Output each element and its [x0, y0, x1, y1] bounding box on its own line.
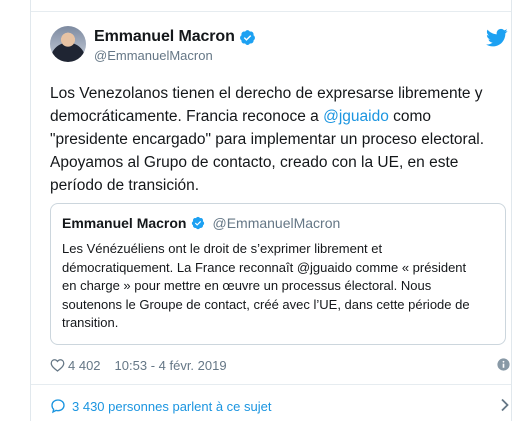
quoted-author-row: Emmanuel Macron @EmmanuelMacron	[62, 214, 494, 232]
info-icon[interactable]	[497, 358, 510, 371]
verified-badge-icon	[239, 29, 255, 45]
quoted-author-handle: @EmmanuelMacron	[212, 215, 341, 231]
quoted-author-name: Emmanuel Macron	[62, 215, 187, 231]
quoted-tweet[interactable]: Emmanuel Macron @EmmanuelMacron Les Véné…	[50, 203, 506, 345]
conversation-label[interactable]: 3 430 personnes parlent à ce sujet	[72, 399, 271, 414]
divider	[31, 384, 511, 385]
tweet-header: Emmanuel Macron @EmmanuelMacron	[50, 26, 510, 70]
heart-icon[interactable]	[50, 358, 65, 372]
chevron-right-icon[interactable]	[500, 398, 510, 412]
timestamp[interactable]: 10:53 - 4 févr. 2019	[115, 358, 227, 373]
tweet-card: Emmanuel Macron @EmmanuelMacron Los Vene…	[30, 0, 512, 421]
conversation-link[interactable]: 3 430 personnes parlent à ce sujet	[50, 396, 510, 416]
verified-badge-icon	[192, 216, 205, 230]
tweet-meta: 4 402 10:53 - 4 févr. 2019	[50, 356, 510, 374]
avatar[interactable]	[50, 26, 86, 62]
tweet-text: Los Venezolanos tienen el derecho de exp…	[50, 82, 502, 197]
author-handle[interactable]: @EmmanuelMacron	[94, 48, 213, 63]
author-name-row[interactable]: Emmanuel Macron	[94, 28, 256, 46]
quoted-tweet-text: Les Vénézuéliens ont le droit de s’expri…	[62, 241, 470, 330]
card-top-edge	[31, 0, 511, 12]
twitter-bird-icon[interactable]	[486, 28, 508, 48]
mention-link[interactable]: @jguaido	[323, 108, 389, 125]
author-name[interactable]: Emmanuel Macron	[94, 28, 235, 46]
like-count[interactable]: 4 402	[68, 358, 101, 373]
speech-bubble-icon	[51, 399, 65, 414]
